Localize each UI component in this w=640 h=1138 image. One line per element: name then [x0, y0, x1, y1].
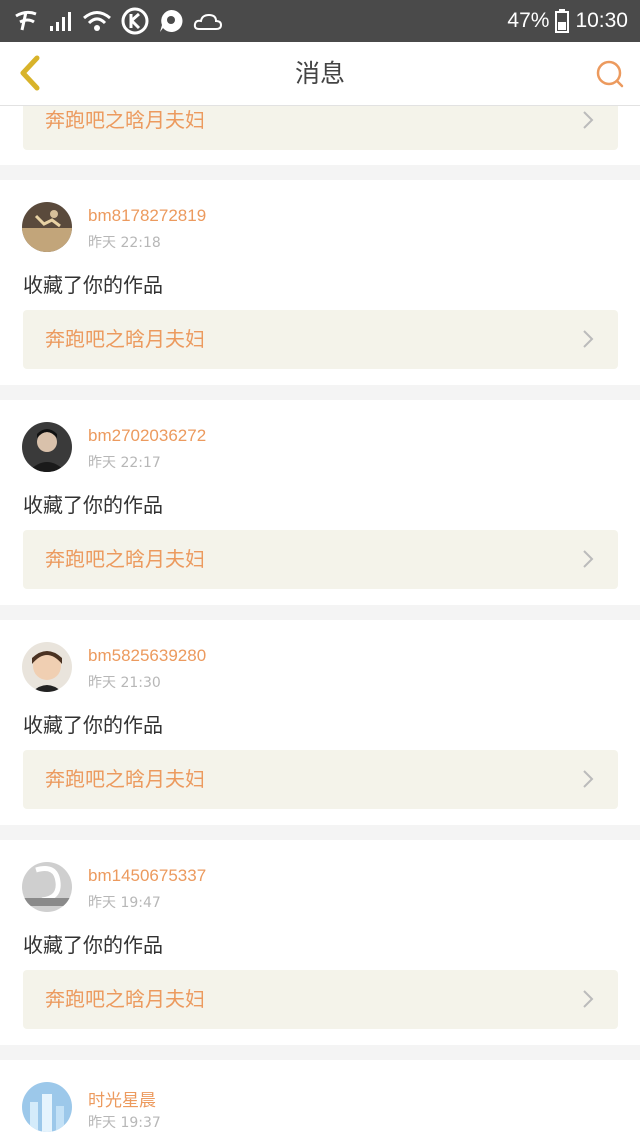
work-link[interactable]: 奔跑吧之晗月夫妇 — [23, 310, 618, 369]
username[interactable]: 时光星晨 — [88, 1086, 156, 1111]
username[interactable]: bm1450675337 — [88, 866, 206, 886]
action-text: 收藏了你的作品 — [23, 933, 163, 957]
nav-bar: 消息 — [0, 42, 640, 106]
k-app-icon — [121, 7, 149, 35]
wifi-icon — [83, 11, 111, 31]
work-link[interactable]: 奔跑吧之晗月夫妇 — [23, 530, 618, 589]
chevron-right-icon — [583, 550, 594, 568]
battery-icon — [555, 9, 570, 33]
list-item: bm8178272819 昨天 22:18 收藏了你的作品 奔跑吧之晗月夫妇 — [0, 180, 640, 385]
page-title: 消息 — [294, 59, 345, 88]
message-list[interactable]: 奔跑吧之晗月夫妇 bm8178272819 昨天 22:18 收藏了你的作品 奔… — [0, 106, 640, 1138]
timestamp: 昨天 22:17 — [88, 455, 161, 471]
list-item: bm2702036272 昨天 22:17 收藏了你的作品 奔跑吧之晗月夫妇 — [0, 400, 640, 605]
status-right: 47% 10:30 — [507, 0, 628, 42]
action-text: 收藏了你的作品 — [23, 493, 163, 517]
battery-percent: 47% — [507, 9, 550, 32]
avatar[interactable] — [22, 862, 72, 912]
chevron-right-icon — [583, 990, 594, 1008]
weather-icon — [193, 13, 223, 30]
timestamp: 昨天 19:47 — [88, 895, 161, 911]
action-text: 收藏了你的作品 — [23, 273, 163, 297]
username[interactable]: bm5825639280 — [88, 646, 206, 666]
status-icons — [12, 6, 223, 36]
work-title: 奔跑吧之晗月夫妇 — [45, 767, 205, 791]
signal-icon — [50, 12, 71, 31]
username[interactable]: bm8178272819 — [88, 206, 206, 226]
work-title: 奔跑吧之晗月夫妇 — [45, 547, 205, 571]
search-button[interactable] — [590, 54, 630, 94]
work-link[interactable]: 奔跑吧之晗月夫妇 — [23, 970, 618, 1029]
search-icon — [596, 60, 624, 88]
avatar[interactable] — [22, 642, 72, 692]
chevron-right-icon — [583, 111, 594, 129]
p-app-icon — [160, 9, 183, 32]
clock: 10:30 — [575, 9, 628, 32]
username[interactable]: bm2702036272 — [88, 426, 206, 446]
work-link[interactable]: 奔跑吧之晗月夫妇 — [23, 106, 618, 150]
avatar[interactable] — [22, 202, 72, 252]
timestamp: 昨天 19:37 — [88, 1115, 161, 1131]
timestamp: 昨天 21:30 — [88, 675, 161, 691]
avatar[interactable] — [22, 422, 72, 472]
list-item: bm5825639280 昨天 21:30 收藏了你的作品 奔跑吧之晗月夫妇 — [0, 620, 640, 825]
list-item: 时光星晨 昨天 19:37 — [0, 1060, 640, 1138]
action-text: 收藏了你的作品 — [23, 713, 163, 737]
list-item: bm1450675337 昨天 19:47 收藏了你的作品 奔跑吧之晗月夫妇 — [0, 840, 640, 1045]
chevron-right-icon — [583, 770, 594, 788]
status-bar: 47% 10:30 — [0, 0, 640, 42]
list-item: 奔跑吧之晗月夫妇 — [0, 106, 640, 165]
work-title: 奔跑吧之晗月夫妇 — [45, 108, 205, 132]
work-title: 奔跑吧之晗月夫妇 — [45, 987, 205, 1011]
chevron-right-icon — [583, 330, 594, 348]
carrier-icon — [15, 10, 37, 31]
work-link[interactable]: 奔跑吧之晗月夫妇 — [23, 750, 618, 809]
avatar[interactable] — [22, 1082, 72, 1132]
timestamp: 昨天 22:18 — [88, 235, 161, 251]
work-title: 奔跑吧之晗月夫妇 — [45, 327, 205, 351]
